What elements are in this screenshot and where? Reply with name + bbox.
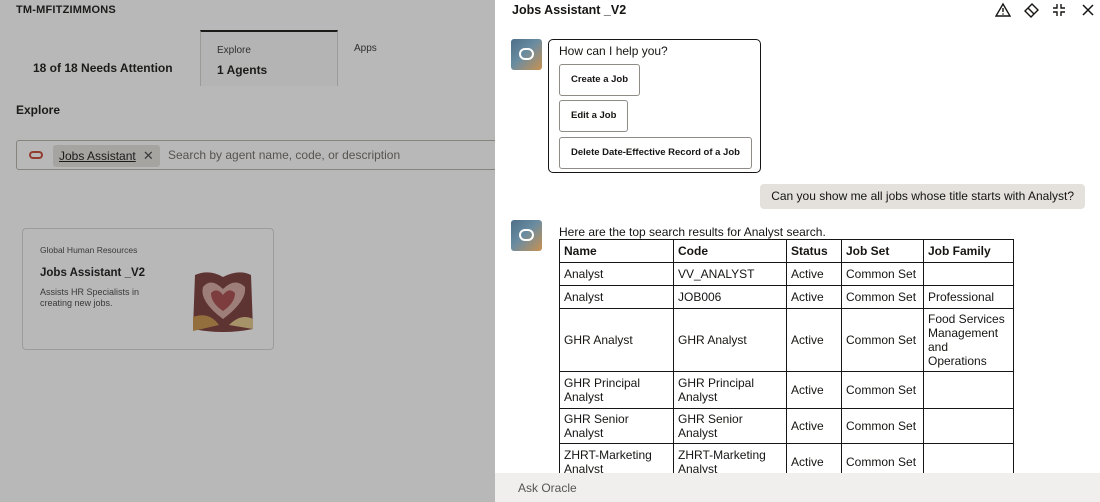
create-job-button[interactable]: Create a Job [559, 64, 641, 96]
results-intro-text: Here are the top search results for Anal… [559, 225, 826, 239]
table-cell: GHR Principal Analyst [673, 371, 787, 409]
table-cell: Common Set [841, 262, 924, 286]
assistant-avatar [511, 39, 542, 70]
column-header: Code [673, 239, 787, 263]
column-header: Status [786, 239, 842, 263]
table-cell: GHR Analyst [673, 308, 787, 372]
greeting-text: How can I help you? [559, 44, 668, 58]
assistant-drawer: Jobs Assistant _V2 How can I help you? C… [495, 0, 1100, 502]
assistant-greeting-bubble: How can I help you? Create a Job Edit a … [548, 39, 761, 173]
assistant-avatar [511, 220, 542, 251]
table-cell: Active [786, 262, 842, 286]
table-cell: Common Set [841, 285, 924, 309]
table-row: GHR Principal Analyst GHR Principal Analy… [559, 371, 1014, 409]
table-cell: JOB006 [673, 285, 787, 309]
drawer-title: Jobs Assistant _V2 [512, 3, 627, 17]
table-cell: GHR Senior Analyst [559, 408, 674, 444]
table-row: GHR Analyst GHR Analyst Active Common Set Fo… [559, 308, 1014, 372]
edit-job-button[interactable]: Edit a Job [559, 100, 629, 132]
delete-date-effective-record-button[interactable]: Delete Date-Effective Record of a Job [559, 137, 752, 169]
column-header: Job Set [841, 239, 924, 263]
table-cell: Common Set [841, 371, 924, 409]
table-cell [923, 371, 1014, 409]
table-cell: Analyst [559, 262, 674, 286]
table-cell: Common Set [841, 308, 924, 372]
table-row: Analyst VV_ANALYST Active Common Set [559, 262, 1014, 286]
table-cell: Common Set [841, 408, 924, 444]
close-icon[interactable] [1080, 2, 1096, 18]
assistant-results-bubble: Here are the top search results for Anal… [548, 220, 1024, 480]
ask-input-placeholder[interactable]: Ask Oracle [518, 481, 577, 495]
table-cell: Active [786, 408, 842, 444]
results-table-body: Analyst VV_ANALYST Active Common Set Analyst… [559, 262, 1014, 480]
table-cell: Analyst [559, 285, 674, 309]
results-table: Name Code Status Job Set Job Family Anal… [559, 239, 1014, 480]
table-cell [923, 408, 1014, 444]
warning-icon[interactable] [995, 2, 1011, 18]
table-cell: VV_ANALYST [673, 262, 787, 286]
ask-input[interactable]: Ask Oracle [495, 473, 1100, 502]
oracle-logo-icon [519, 48, 534, 60]
table-cell: Active [786, 371, 842, 409]
table-cell: Active [786, 285, 842, 309]
table-cell: Professional [923, 285, 1014, 309]
column-header: Name [559, 239, 674, 263]
table-cell: Food Services Management and Operations [923, 308, 1014, 372]
table-cell: Active [786, 308, 842, 372]
column-header: Job Family [923, 239, 1014, 263]
oracle-logo-icon [519, 229, 534, 241]
eraser-icon[interactable] [1023, 2, 1039, 18]
collapse-icon[interactable] [1051, 2, 1067, 18]
table-cell: GHR Principal Analyst [559, 371, 674, 409]
table-row: Analyst JOB006 Active Common Set Professiona… [559, 285, 1014, 309]
user-message: Can you show me all jobs whose title sta… [760, 184, 1085, 209]
table-header-row: Name Code Status Job Set Job Family [559, 239, 1014, 263]
table-cell: GHR Senior Analyst [673, 408, 787, 444]
table-cell [923, 262, 1014, 286]
table-row: GHR Senior Analyst GHR Senior Analyst Acti… [559, 408, 1014, 444]
table-cell: GHR Analyst [559, 308, 674, 372]
